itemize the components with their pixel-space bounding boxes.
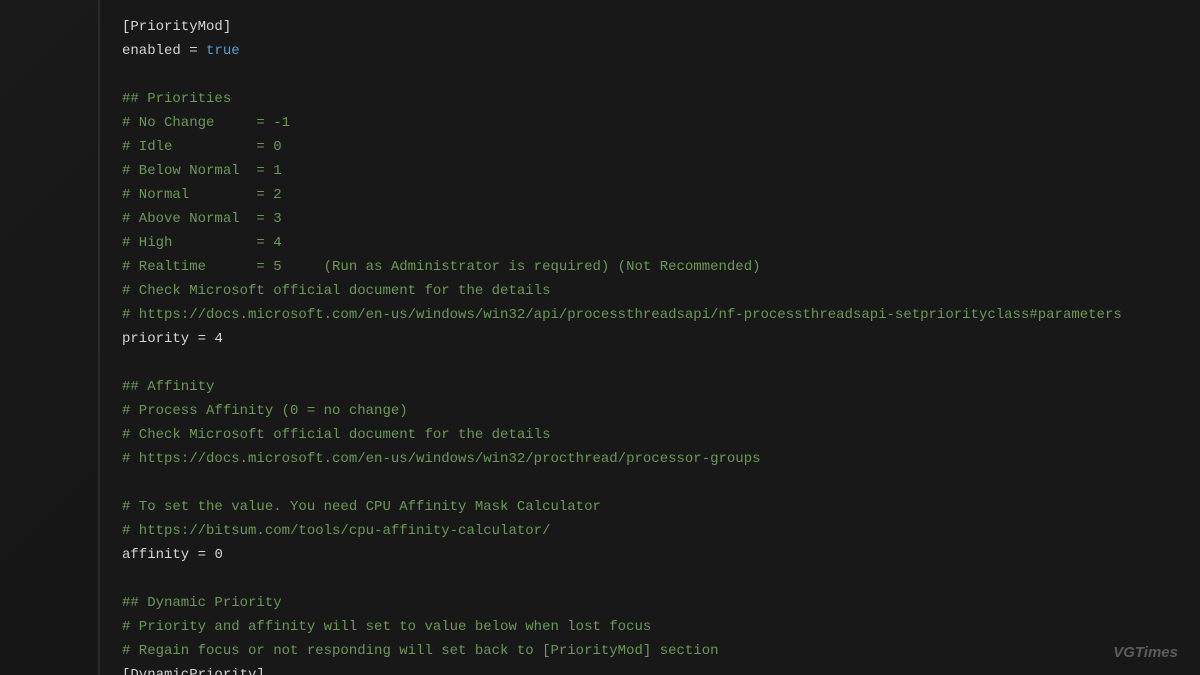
code-line: # High = 4 (122, 231, 1178, 255)
code-line: # https://bitsum.com/tools/cpu-affinity-… (122, 519, 1178, 543)
code-line: ## Affinity (122, 375, 1178, 399)
code-line: # Process Affinity (0 = no change) (122, 399, 1178, 423)
code-line: affinity = 0 (122, 543, 1178, 567)
code-line: # Realtime = 5 (Run as Administrator is … (122, 255, 1178, 279)
code-line (122, 63, 1178, 87)
code-line: # Above Normal = 3 (122, 207, 1178, 231)
code-line: # Regain focus or not responding will se… (122, 639, 1178, 663)
code-line: [PriorityMod] (122, 15, 1178, 39)
watermark: VGTimes (1113, 641, 1178, 665)
code-line: # Idle = 0 (122, 135, 1178, 159)
code-line (122, 351, 1178, 375)
code-line (122, 471, 1178, 495)
code-line (122, 567, 1178, 591)
code-line: ## Dynamic Priority (122, 591, 1178, 615)
code-line: ## Priorities (122, 87, 1178, 111)
code-line: priority = 4 (122, 327, 1178, 351)
code-line: # https://docs.microsoft.com/en-us/windo… (122, 303, 1178, 327)
code-line: # Check Microsoft official document for … (122, 279, 1178, 303)
code-editor[interactable]: [PriorityMod] enabled = true ## Prioriti… (98, 0, 1200, 675)
code-line: # Normal = 2 (122, 183, 1178, 207)
code-line: # Check Microsoft official document for … (122, 423, 1178, 447)
code-line: # To set the value. You need CPU Affinit… (122, 495, 1178, 519)
code-line: [DynamicPriority] (122, 663, 1178, 675)
code-line: # Below Normal = 1 (122, 159, 1178, 183)
code-line: # Priority and affinity will set to valu… (122, 615, 1178, 639)
code-line: # https://docs.microsoft.com/en-us/windo… (122, 447, 1178, 471)
code-line: # No Change = -1 (122, 111, 1178, 135)
code-line: enabled = true (122, 39, 1178, 63)
